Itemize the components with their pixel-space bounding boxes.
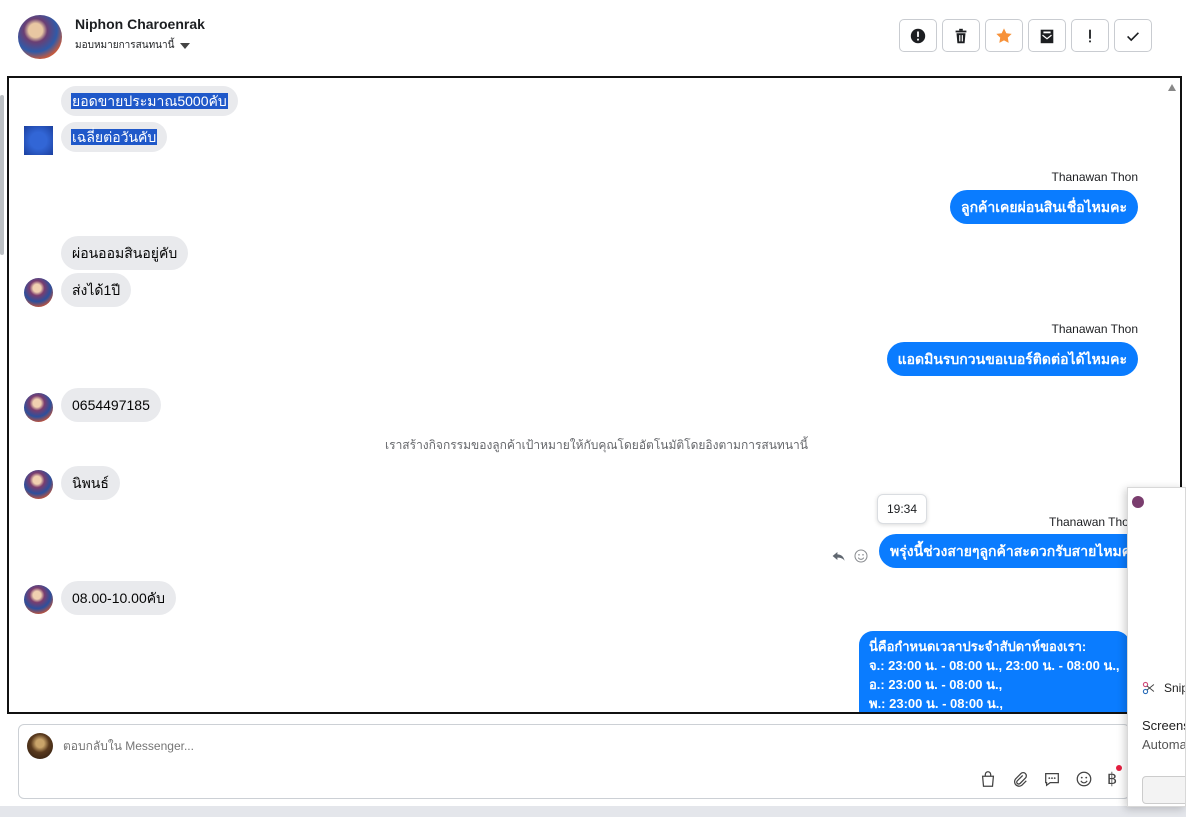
system-notice: เราสร้างกิจกรรมของลูกค้าเป้าหมายให้กับคุ… — [385, 438, 808, 452]
assign-label: มอบหมายการสนทนานี้ — [75, 40, 175, 51]
check-icon — [1127, 31, 1139, 41]
contact-avatar-small — [24, 393, 53, 422]
paperclip-icon[interactable] — [1011, 770, 1029, 788]
contact-avatar-small — [24, 585, 53, 614]
sender-name: Thanawan Tho — [1049, 515, 1129, 529]
envelope-icon — [1040, 29, 1054, 43]
message-text: เฉลี่ยต่อวันคับ — [71, 129, 158, 145]
mark-done-button[interactable] — [1114, 19, 1152, 52]
contact-avatar-small — [24, 278, 53, 307]
schedule-line: นี่คือกำหนดเวลาประจำสัปดาห์ของเรา: — [869, 639, 1087, 654]
messenger-inbox-window: Niphon Charoenrak มอบหมายการสนทนานี้ ยอด… — [0, 0, 1186, 817]
mark-unread-button[interactable] — [1028, 19, 1066, 52]
scissors-icon — [1142, 681, 1155, 695]
trash-icon — [955, 28, 967, 43]
exclamation-icon — [1089, 29, 1091, 42]
incoming-message[interactable]: ผ่อนออมสินอยู่คับ — [61, 236, 189, 270]
emoji-icon[interactable] — [1075, 770, 1093, 788]
page-scrollbar[interactable] — [0, 95, 4, 255]
incoming-message[interactable]: 08.00-10.00คับ — [61, 581, 176, 615]
shopping-bag-icon[interactable] — [979, 770, 997, 788]
schedule-line: จ.: 23:00 น. - 08:00 น., 23:00 น. - 08:0… — [869, 658, 1120, 673]
contact-avatar-small — [24, 470, 53, 499]
caret-down-icon — [180, 42, 191, 49]
snip-subtitle: Automa — [1142, 737, 1186, 752]
window-bottom-bar — [0, 806, 1186, 817]
alert-circle-icon — [910, 28, 926, 43]
sender-name: Thanawan Thon — [1051, 170, 1138, 184]
incoming-message[interactable]: ยอดขายประมาณ5000คับ — [61, 86, 238, 116]
incoming-message[interactable]: ส่งได้1ปี — [61, 273, 132, 307]
incoming-message[interactable]: 0654497185 — [61, 388, 161, 422]
assign-conversation-dropdown[interactable]: มอบหมายการสนทนานี้ — [75, 38, 191, 53]
incoming-message[interactable]: นิพนธ์ — [61, 466, 120, 500]
reply-composer: ฿ — [18, 724, 1130, 799]
outgoing-message[interactable]: พรุ่งนี้ช่วงสายๆลูกค้าสะดวกรับสายไหมคะ — [879, 534, 1150, 568]
incoming-message[interactable]: เฉลี่ยต่อวันคับ — [61, 122, 168, 152]
conversation-toolbar — [899, 19, 1152, 52]
contact-avatar-small — [24, 126, 53, 155]
reply-icon[interactable] — [831, 548, 847, 564]
conversation-header: Niphon Charoenrak มอบหมายการสนทนานี้ — [0, 0, 1186, 76]
snip-notification[interactable]: Snip Screens Automa — [1127, 487, 1186, 807]
snip-title: Screens — [1142, 718, 1186, 733]
schedule-line: พ.: 23:00 น. - 08:00 น., — [869, 696, 1004, 711]
snip-action-button[interactable] — [1142, 776, 1185, 804]
contact-name[interactable]: Niphon Charoenrak — [75, 16, 205, 32]
react-emoji-icon[interactable] — [853, 548, 869, 564]
outgoing-message[interactable]: ลูกค้าเคยผ่อนสินเชื่อไหมคะ — [949, 190, 1138, 224]
screenshot-thumbnail[interactable] — [1132, 492, 1185, 512]
message-text: ยอดขายประมาณ5000คับ — [71, 93, 228, 109]
star-icon — [996, 27, 1012, 43]
message-thread[interactable]: ยอดขายประมาณ5000คับ เฉลี่ยต่อวันคับ Than… — [7, 76, 1182, 714]
scroll-up-arrow-icon[interactable] — [1168, 84, 1176, 91]
timestamp-tooltip: 19:34 — [877, 494, 928, 524]
payment-button[interactable]: ฿ — [1107, 765, 1123, 789]
outgoing-message[interactable]: แอดมินรบกวนขอเบอร์ติดต่อได้ไหมคะ — [886, 342, 1138, 376]
page-avatar — [27, 733, 53, 759]
schedule-line: อ.: 23:00 น. - 08:00 น., — [869, 677, 1003, 692]
delete-button[interactable] — [942, 19, 980, 52]
snip-app-header: Snip — [1142, 681, 1186, 695]
sender-name: Thanawan Thon — [1051, 322, 1138, 336]
thumbnail-avatar — [1132, 496, 1144, 508]
snip-app-name: Snip — [1164, 681, 1186, 695]
message-actions — [831, 548, 869, 564]
follow-up-button[interactable] — [1071, 19, 1109, 52]
contact-avatar[interactable] — [18, 15, 62, 59]
notification-dot — [1116, 765, 1123, 771]
baht-icon: ฿ — [1107, 771, 1118, 788]
chat-bubble-icon[interactable] — [1043, 770, 1061, 788]
mark-spam-button[interactable] — [899, 19, 937, 52]
auto-reply-schedule-message[interactable]: นี่คือกำหนดเวลาประจำสัปดาห์ของเรา: จ.: 2… — [859, 631, 1130, 712]
composer-actions: ฿ — [979, 765, 1123, 789]
star-button[interactable] — [985, 19, 1023, 52]
reply-input[interactable] — [63, 737, 663, 755]
